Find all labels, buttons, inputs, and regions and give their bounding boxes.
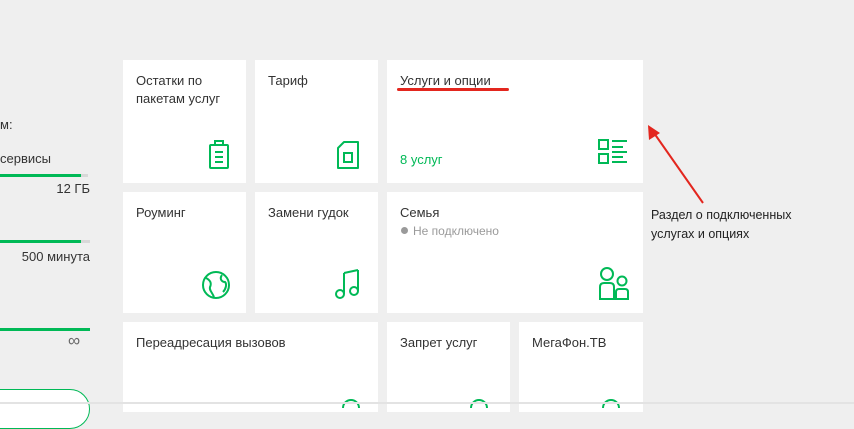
- balance-progress-bar: [0, 174, 88, 177]
- annotation-line: услугах и опциях: [651, 227, 750, 241]
- globe-icon: [202, 271, 230, 299]
- connection-status: Не подключено: [401, 224, 499, 238]
- progress-fill: [0, 174, 81, 177]
- unlimited-icon: ∞: [68, 331, 81, 350]
- annotation-line: Раздел о подключенных: [651, 208, 792, 222]
- tile-title: Тариф: [268, 73, 308, 88]
- highlight-underline: [397, 88, 509, 91]
- tile-service-ban[interactable]: Запрет услуг: [387, 322, 510, 412]
- balance-value: 12 ГБ: [56, 181, 90, 196]
- tile-tariff[interactable]: Тариф: [255, 60, 378, 183]
- tile-title: Запрет услуг: [400, 335, 478, 350]
- services-count: 8 услуг: [400, 152, 443, 167]
- status-dot-icon: [401, 227, 408, 234]
- balance-item-label: сервисы: [0, 151, 51, 166]
- tile-megafon-tv[interactable]: МегаФон.ТВ: [519, 322, 643, 412]
- sim-card-icon: [337, 141, 359, 169]
- tile-packages[interactable]: Остатки по пакетам услуг: [123, 60, 246, 183]
- music-note-icon: [335, 269, 359, 299]
- tile-title: Переадресация вызовов: [136, 335, 286, 350]
- battery-icon: [209, 140, 229, 169]
- family-icon: [599, 267, 629, 300]
- tile-title: Семья: [400, 205, 440, 220]
- tile-family[interactable]: Семья Не подключено: [387, 192, 643, 313]
- remaining-balance-panel: м: сервисы 12 ГБ 500 минута ∞: [0, 0, 112, 429]
- annotation-text: Раздел о подключенных услугах и опциях: [651, 206, 791, 244]
- tile-title: Замени гудок: [268, 205, 349, 220]
- tile-title: МегаФон.ТВ: [532, 335, 607, 350]
- tile-roaming[interactable]: Роуминг: [123, 192, 246, 313]
- tile-title: Роуминг: [136, 205, 186, 220]
- balance-progress-bar: [0, 240, 90, 243]
- tile-title: Остатки по пакетам услуг: [136, 73, 221, 106]
- balance-value: 500 минута: [21, 249, 90, 264]
- progress-fill: [0, 240, 81, 243]
- details-button[interactable]: [0, 389, 90, 429]
- service-list-icon: [598, 139, 627, 164]
- status-text: Не подключено: [413, 224, 499, 238]
- tile-services[interactable]: Услуги и опции 8 услуг: [387, 60, 643, 183]
- tile-ringtone[interactable]: Замени гудок: [255, 192, 378, 313]
- tile-call-forwarding[interactable]: Переадресация вызовов: [123, 322, 378, 412]
- balance-heading: м:: [0, 117, 13, 132]
